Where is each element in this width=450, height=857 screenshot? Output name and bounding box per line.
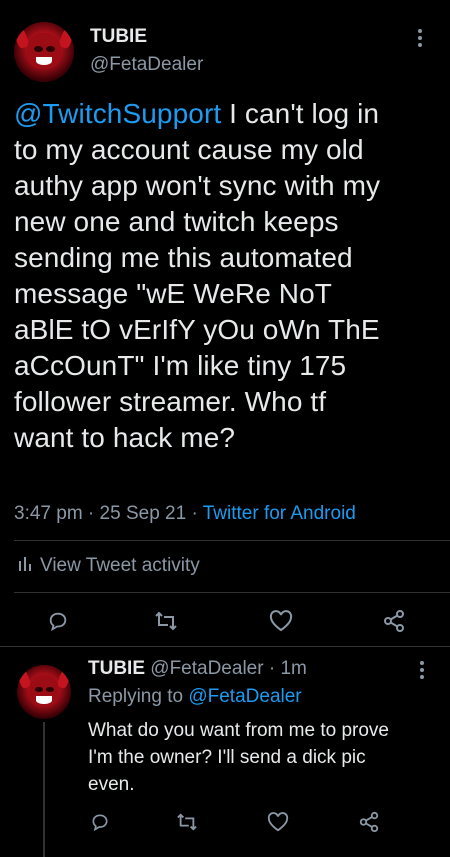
view-activity-label: View Tweet activity — [40, 555, 200, 576]
retweet-icon[interactable] — [175, 810, 199, 834]
author-avatar[interactable] — [14, 22, 74, 82]
tweet-line: want to hack me? — [14, 422, 236, 453]
tweet-source[interactable]: Twitter for Android — [203, 503, 356, 524]
tweet-line: aCcOunT" I'm like tiny 175 — [14, 350, 347, 381]
tweet-line: aBlE tO vErIfY yOu oWn ThE — [14, 314, 380, 345]
reply-header: TUBIE @FetaDealer · 1m — [88, 658, 307, 679]
divider — [14, 540, 450, 541]
reply-author-avatar[interactable] — [17, 665, 71, 719]
more-vertical-icon[interactable] — [419, 660, 425, 685]
tweet-line: @TwitchSupport I can't log in — [14, 98, 380, 129]
heart-icon[interactable] — [266, 810, 290, 834]
tweet-line: authy app won't sync with my — [14, 170, 381, 201]
thread-line — [43, 722, 45, 857]
divider — [14, 592, 450, 593]
tweet-body: @TwitchSupport I can't log in to my acco… — [14, 96, 444, 456]
author-handle[interactable]: @FetaDealer — [90, 54, 203, 76]
reply-author-name[interactable]: TUBIE — [88, 658, 145, 679]
mention-link[interactable]: @TwitchSupport — [14, 98, 221, 129]
share-icon[interactable] — [357, 810, 381, 834]
replying-to-handle[interactable]: @FetaDealer — [188, 686, 301, 707]
reply-icon[interactable] — [88, 810, 112, 834]
reply-body: What do you want from me to prove I'm th… — [88, 717, 438, 798]
tweet-line: message "wE WeRe NoT — [14, 278, 332, 309]
tweet-date[interactable]: 25 Sep 21 — [100, 503, 187, 524]
reply-icon[interactable] — [44, 607, 72, 635]
tweet-line: to my account cause my old — [14, 134, 364, 165]
tweet-line: new one and twitch keeps — [14, 206, 339, 237]
replying-to-label: Replying to — [88, 686, 184, 707]
bar-chart-icon — [18, 555, 32, 577]
reply-author-handle[interactable]: @FetaDealer — [150, 658, 263, 679]
reply-age: 1m — [280, 658, 307, 679]
divider — [0, 646, 450, 647]
replying-to: Replying to @FetaDealer — [88, 686, 302, 708]
more-vertical-icon[interactable] — [417, 28, 423, 53]
view-activity-link[interactable]: View Tweet activity — [18, 555, 200, 577]
tweet-time[interactable]: 3:47 pm — [14, 503, 83, 524]
author-name[interactable]: TUBIE — [90, 26, 147, 48]
reply-line: even. — [88, 774, 135, 795]
tweet-line: follower streamer. Who tf — [14, 386, 327, 417]
retweet-icon[interactable] — [152, 607, 180, 635]
tweet-line: sending me this automated — [14, 242, 353, 273]
share-icon[interactable] — [380, 607, 408, 635]
reply-line: What do you want from me to prove — [88, 720, 389, 741]
reply-line: I'm the owner? I'll send a dick pic — [88, 747, 366, 768]
heart-icon[interactable] — [267, 607, 295, 635]
tweet-meta: 3:47 pm · 25 Sep 21 · Twitter for Androi… — [14, 503, 356, 524]
